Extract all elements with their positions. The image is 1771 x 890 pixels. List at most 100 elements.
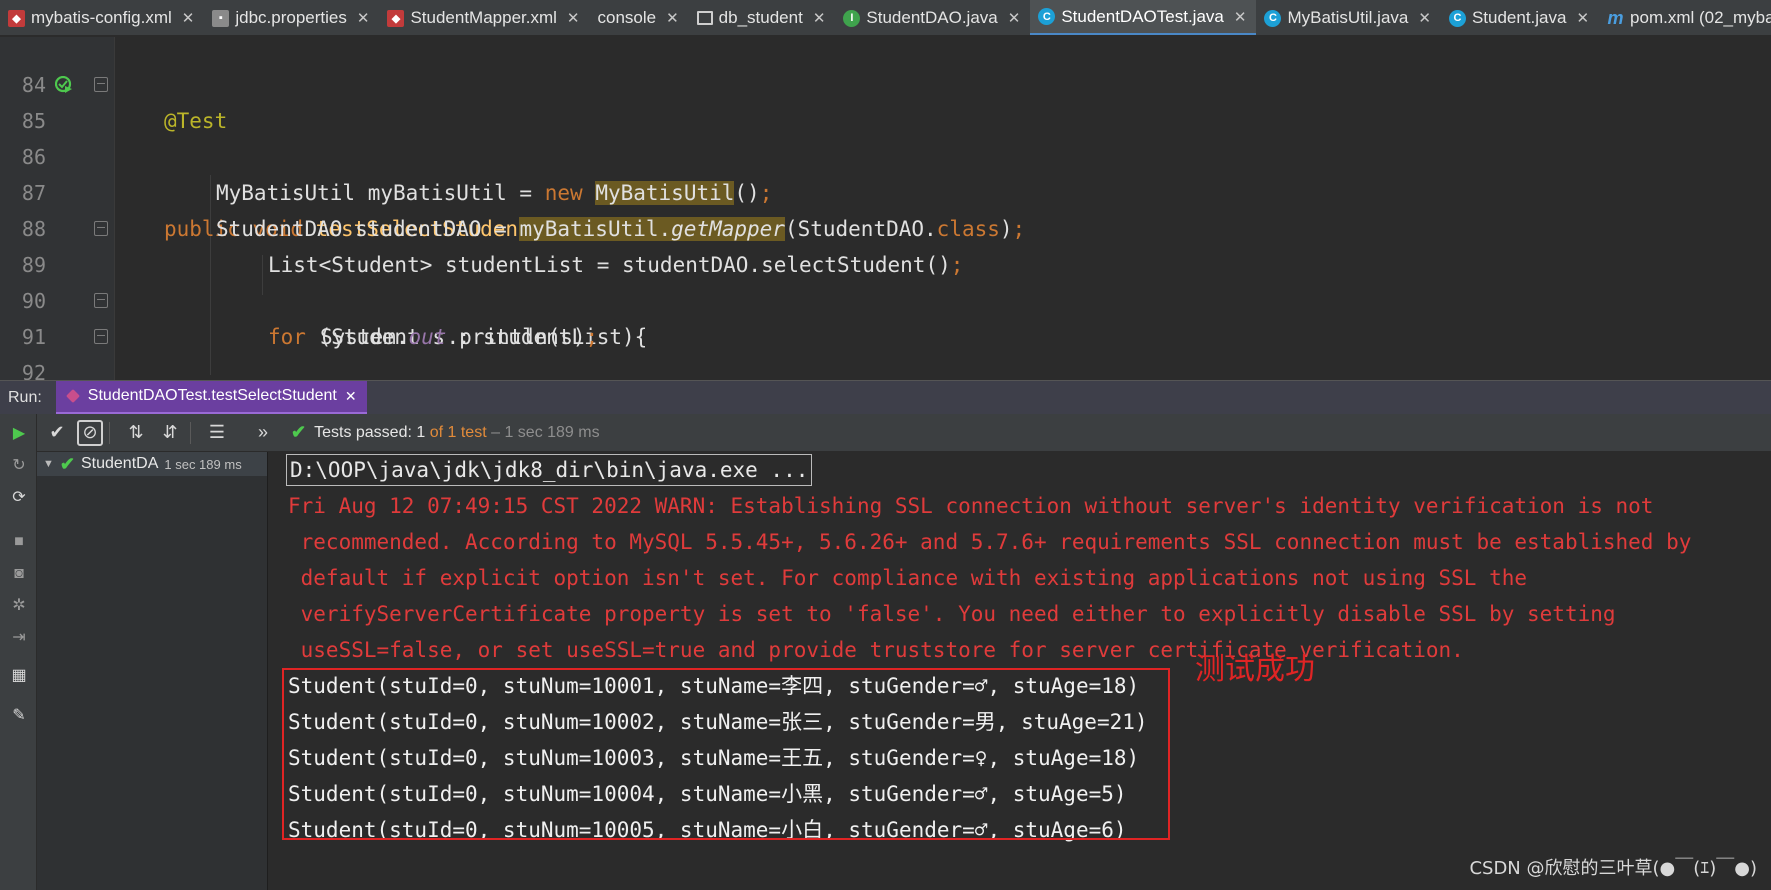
class-icon: C — [1038, 8, 1056, 25]
highlight-box — [282, 668, 1170, 840]
stop-icon[interactable]: ■ — [9, 532, 29, 552]
passed-check-icon: ✔ — [59, 453, 75, 474]
tab-db-student[interactable]: db_student ✕ — [689, 0, 836, 35]
code-line: 91 } — [0, 283, 1771, 349]
command-line: D:\OOP\java\jdk\jdk8_dir\bin\java.exe ..… — [286, 454, 813, 486]
code-line: 87 StudentDAO studentDAO = myBatisUtil.g… — [0, 139, 1771, 241]
test-status: ✔ Tests passed: 1 of 1 test – 1 sec 189 … — [291, 422, 600, 443]
tab-label: pom.xml (02_mybatis_ — [1630, 8, 1771, 27]
success-annotation: 测试成功 — [1195, 652, 1315, 687]
run-side-toolbar: ▶ ↻ ⟳ ■ ◙ ✲ ⇥ ▦ ✎ — [0, 414, 37, 890]
tab-pom[interactable]: m pom.xml (02_mybatis_ — [1599, 0, 1771, 35]
fold-icon[interactable] — [94, 221, 108, 236]
test-runner-toolbar: ✔ ⊘ ⇅ ⇵ ☰ » ✔ Tests passed: 1 of 1 test … — [0, 414, 1771, 452]
camera-icon[interactable]: ◙ — [9, 564, 29, 584]
close-icon[interactable]: ✕ — [1008, 9, 1021, 27]
test-config-icon — [65, 389, 80, 403]
class-icon: C — [1448, 9, 1466, 27]
close-icon[interactable]: ✕ — [1576, 9, 1589, 27]
code-line: 85 public void testSelectStudent(){ — [0, 67, 1771, 241]
tab-mybatis-config[interactable]: ◆ mybatis-config.xml ✕ — [0, 0, 204, 35]
tab-label: jdbc.properties — [235, 8, 347, 27]
tab-label: console — [597, 8, 657, 27]
show-passed-icon[interactable]: ✔ — [43, 419, 71, 447]
show-ignored-icon[interactable]: ⊘ — [77, 419, 103, 446]
toolbar-divider — [190, 421, 191, 444]
run-test-icon[interactable] — [55, 76, 73, 94]
more-actions-icon[interactable]: » — [249, 419, 277, 447]
tab-label: Student.java — [1471, 8, 1567, 27]
status-time: – 1 sec 189 ms — [486, 423, 600, 441]
toolbar-divider — [109, 421, 110, 444]
close-icon[interactable]: ✕ — [666, 9, 679, 27]
code-editor[interactable]: 84 @Test 85 public void testSelectStuden… — [0, 37, 1771, 380]
tab-label: MyBatisUtil.java — [1287, 8, 1409, 27]
test-tree-row[interactable]: ▼ ✔ StudentDA 1 sec 189 ms — [37, 452, 267, 476]
tab-label: mybatis-config.xml — [31, 8, 172, 27]
fold-icon[interactable] — [94, 77, 108, 92]
test-results-tree: ▼ ✔ StudentDA 1 sec 189 ms — [37, 452, 268, 890]
code-line: 86 MyBatisUtil myBatisUtil = new MyBatis… — [0, 103, 1771, 205]
maven-icon: m — [1607, 7, 1624, 28]
warning-line: Fri Aug 12 07:49:15 CST 2022 WARN: Estab… — [288, 494, 1654, 518]
close-icon[interactable]: ✕ — [1234, 8, 1247, 26]
tab-label: StudentDAO.java — [866, 8, 998, 27]
settings-icon[interactable]: ✲ — [9, 596, 29, 616]
tab-mybatis-util[interactable]: C MyBatisUtil.java ✕ — [1256, 0, 1441, 35]
tab-label: StudentDAOTest.java — [1061, 6, 1224, 26]
tab-student-dao[interactable]: I StudentDAO.java ✕ — [835, 0, 1030, 35]
interface-icon: I — [843, 9, 861, 27]
fold-icon[interactable] — [94, 329, 108, 344]
status-prefix: Tests passed: — [314, 423, 417, 441]
tab-label: StudentMapper.xml — [410, 8, 557, 27]
close-icon[interactable]: ✕ — [345, 388, 357, 405]
warning-line: recommended. According to MySQL 5.5.45+,… — [288, 530, 1692, 554]
close-icon[interactable]: ✕ — [357, 9, 370, 27]
class-icon: C — [1264, 9, 1282, 27]
test-name: StudentDA — [80, 455, 159, 472]
passed-check-icon: ✔ — [291, 422, 307, 442]
code-line: 92 } — [0, 319, 1771, 380]
close-icon[interactable]: ✕ — [1418, 9, 1431, 27]
code-line: 90 System.out.println(s); — [0, 247, 1771, 349]
tab-label: db_student — [718, 8, 803, 27]
table-icon — [696, 11, 713, 25]
code-line: 93 — [0, 355, 1771, 380]
xml-file-icon: ◆ — [387, 9, 405, 27]
close-icon[interactable]: ✕ — [567, 9, 580, 27]
toggle-auto-test-icon[interactable]: ⟳ — [9, 488, 29, 508]
close-icon[interactable]: ✕ — [813, 9, 826, 27]
run-config-tab[interactable]: StudentDAOTest.testSelectStudent ✕ — [55, 380, 367, 415]
run-tab-label: StudentDAOTest.testSelectStudent — [87, 387, 337, 404]
close-icon[interactable]: ✕ — [182, 9, 195, 27]
tab-student-dao-test[interactable]: C StudentDAOTest.java ✕ — [1030, 0, 1257, 35]
console-output[interactable]: D:\OOP\java\jdk\jdk8_dir\bin\java.exe ..… — [268, 452, 1771, 890]
properties-file-icon: ▪ — [212, 9, 230, 27]
status-total: of 1 test — [425, 423, 487, 441]
code-line: 89 for (Student s : studentList){ — [0, 211, 1771, 349]
chevron-down-icon[interactable]: ▼ — [43, 458, 54, 470]
watermark: CSDN @欣慰的三叶草(●￣(ｴ)￣●) — [1469, 858, 1757, 879]
run-label: Run: — [8, 388, 42, 406]
sort-by-duration-icon[interactable]: ⇵ — [156, 419, 184, 447]
test-duration: 1 sec 189 ms — [164, 456, 242, 472]
expand-all-icon[interactable]: ☰ — [203, 419, 231, 447]
rerun-icon[interactable]: ▶ — [9, 424, 29, 444]
pin-icon[interactable]: ✎ — [9, 706, 29, 726]
sort-alphabetically-icon[interactable]: ⇅ — [122, 419, 150, 447]
tab-jdbc-properties[interactable]: ▪ jdbc.properties ✕ — [204, 0, 379, 35]
run-tool-window-header: Run: StudentDAOTest.testSelectStudent ✕ — [0, 380, 1771, 415]
tab-student-mapper[interactable]: ◆ StudentMapper.xml ✕ — [379, 0, 589, 35]
export-icon[interactable]: ⇥ — [9, 628, 29, 648]
warning-line: verifyServerCertificate property is set … — [288, 602, 1616, 626]
tab-console[interactable]: ⤴ console ✕ — [589, 0, 688, 35]
tab-student[interactable]: C Student.java ✕ — [1441, 0, 1599, 35]
rerun-failed-icon[interactable]: ↻ — [9, 456, 29, 476]
editor-tab-bar: ◆ mybatis-config.xml ✕ ▪ jdbc.properties… — [0, 0, 1771, 36]
code-line: 84 @Test — [0, 37, 1771, 133]
xml-file-icon: ◆ — [8, 9, 25, 27]
layout-icon[interactable]: ▦ — [9, 666, 29, 686]
fold-icon[interactable] — [94, 293, 108, 308]
code-line: 88 List<Student> studentList = studentDA… — [0, 175, 1771, 277]
warning-line: default if explicit option isn't set. Fo… — [288, 566, 1528, 590]
